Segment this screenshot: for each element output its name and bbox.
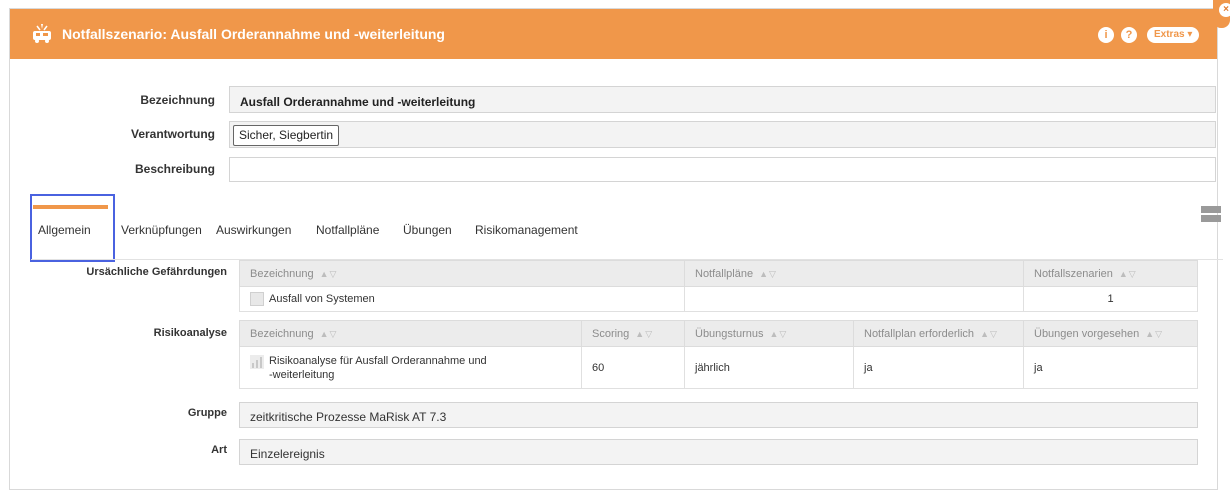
column-header[interactable]: Notfallpläne ▲▽ [684,260,1024,287]
tab-uebungen[interactable]: Übungen [403,223,452,237]
risk-analysis-cell: Risikoanalyse für Ausfall Orderannahme u… [250,354,571,381]
help-icon[interactable]: ? [1121,27,1137,43]
gefaehrdungen-label: Ursächliche Gefährdungen [86,266,227,278]
risikoanalyse-label: Risikoanalyse [153,327,227,339]
column-header[interactable]: Scoring ▲▽ [581,320,685,347]
extras-label: Extras [1154,29,1185,40]
column-header[interactable]: Übungen vorgesehen ▲▽ [1023,320,1198,347]
art-value: Einzelereignis [250,447,325,461]
info-icon[interactable]: i [1098,27,1114,43]
gefaehrdungen-table: Bezeichnung ▲▽ Notfallpläne ▲▽ Notfallszen… [239,260,1198,312]
sort-icon[interactable]: ▲▽ [770,329,788,339]
layout-toggle-icon[interactable] [1200,205,1222,223]
dialog-title: Notfallszenario: Ausfall Orderannahme un… [62,26,445,42]
sort-icon[interactable]: ▲▽ [980,329,998,339]
tab-notfallplaene[interactable]: Notfallpläne [316,223,379,237]
verantwortung-field[interactable]: Sicher, Siegbertin [229,121,1216,148]
table-row[interactable]: Risikoanalyse für Ausfall Orderannahme u… [239,346,1198,389]
gruppe-value: zeitkritische Prozesse MaRisk AT 7.3 [250,410,447,424]
beschreibung-field[interactable] [229,157,1216,182]
sort-icon[interactable]: ▲▽ [320,269,338,279]
tab-verknuepfungen[interactable]: Verknüpfungen [121,223,202,237]
title-bar: Notfallszenario: Ausfall Orderannahme un… [10,9,1217,59]
column-header[interactable]: Übungsturnus ▲▽ [684,320,854,347]
gruppe-label: Gruppe [187,407,227,419]
art-label: Art [211,444,227,456]
table-cell: jährlich [684,346,854,389]
responsible-person-chip[interactable]: Sicher, Siegbertin [233,125,340,146]
column-header[interactable]: Notfallplan erforderlich ▲▽ [853,320,1024,347]
verantwortung-label: Verantwortung [130,127,215,141]
table-header-row: Bezeichnung ▲▽ Scoring ▲▽ Übungsturnus ▲▽ N… [239,320,1198,347]
threat-icon [250,292,264,306]
table-row[interactable]: Ausfall von Systemen 1 [239,286,1198,312]
sort-icon[interactable]: ▲▽ [759,269,777,279]
art-field[interactable]: Einzelereignis [239,439,1198,465]
table-cell: ja [853,346,1024,389]
bezeichnung-label: Bezeichnung [140,93,215,107]
tab-risikomanagement[interactable]: Risikomanagement [475,223,578,237]
bezeichnung-field[interactable]: Ausfall Orderannahme und -weiterleitung [229,86,1216,113]
beschreibung-label: Beschreibung [134,162,215,176]
tab-auswirkungen[interactable]: Auswirkungen [216,223,291,237]
emergency-scenario-icon [33,24,51,43]
risk-analysis-name: Risikoanalyse für Ausfall Orderannahme u… [269,354,487,381]
risikoanalyse-table: Bezeichnung ▲▽ Scoring ▲▽ Übungsturnus ▲▽ N… [239,320,1198,389]
table-cell: Ausfall von Systemen [239,286,685,312]
column-header[interactable]: Bezeichnung ▲▽ [239,260,685,287]
table-header-row: Bezeichnung ▲▽ Notfallpläne ▲▽ Notfallszen… [239,260,1198,287]
bar-chart-icon [250,354,264,369]
table-cell: ja [1023,346,1198,389]
table-cell: 60 [581,346,685,389]
close-icon[interactable]: × [1219,3,1230,17]
column-header[interactable]: Notfallszenarien ▲▽ [1023,260,1198,287]
sort-icon[interactable]: ▲▽ [320,329,338,339]
table-cell [684,286,1024,312]
bezeichnung-value: Ausfall Orderannahme und -weiterleitung [240,95,476,109]
sort-icon[interactable]: ▲▽ [1145,329,1163,339]
sort-icon[interactable]: ▲▽ [1119,269,1137,279]
column-header[interactable]: Bezeichnung ▲▽ [239,320,582,347]
dialog-window: Notfallszenario: Ausfall Orderannahme un… [9,8,1223,490]
tab-allgemein[interactable]: Allgemein [38,223,91,237]
extras-button[interactable]: Extras ▾ [1147,27,1200,43]
table-cell: Risikoanalyse für Ausfall Orderannahme u… [239,346,582,389]
gruppe-field[interactable]: zeitkritische Prozesse MaRisk AT 7.3 [239,402,1198,428]
sort-icon[interactable]: ▲▽ [635,329,653,339]
table-cell: 1 [1023,286,1198,312]
